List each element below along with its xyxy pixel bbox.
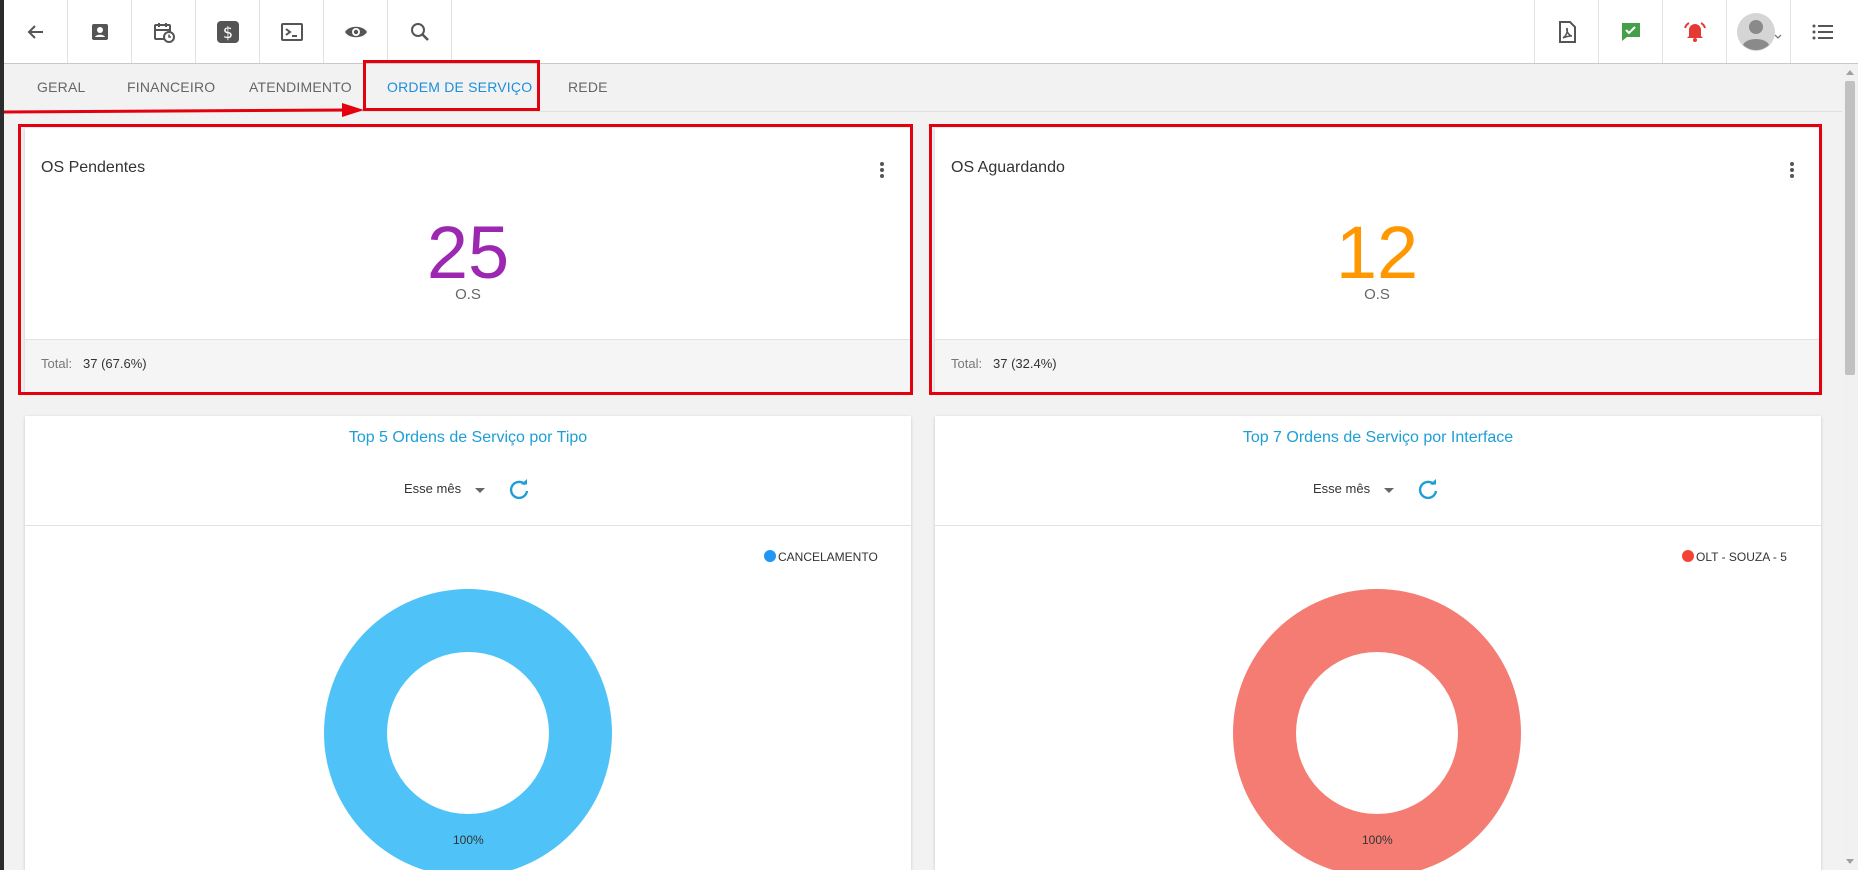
refresh-icon[interactable] [1417, 478, 1439, 500]
main-menu-button[interactable] [1790, 0, 1854, 63]
view-button[interactable] [324, 0, 388, 63]
arrow-left-icon [27, 24, 43, 39]
divider [25, 525, 911, 526]
eye-icon [344, 26, 367, 37]
donut-chart [324, 589, 612, 870]
scroll-up-arrow[interactable] [1846, 70, 1854, 75]
total-value: 37 (67.6%) [83, 356, 147, 371]
calendar-clock-icon [153, 22, 175, 43]
alarm-bell-icon [1683, 21, 1706, 42]
legend-swatch [1682, 550, 1694, 562]
card-footer: Total: 37 (67.6%) [25, 339, 911, 393]
slice-label: 100% [1362, 833, 1393, 847]
avatar-icon [1736, 12, 1781, 51]
user-menu[interactable] [1726, 0, 1790, 63]
scroll-thumb[interactable] [1845, 81, 1855, 375]
period-filter[interactable]: Esse mês [404, 481, 461, 496]
calendar-button[interactable] [132, 0, 196, 63]
os-pendentes-card: OS Pendentes 25 O.S Total: 37 (67.6%) [25, 128, 911, 393]
search-icon [410, 22, 429, 41]
pending-count: 25 [426, 211, 510, 294]
scroll-down-arrow[interactable] [1846, 859, 1854, 864]
more-options-icon[interactable] [874, 160, 890, 180]
chart-panel-tipo: Top 5 Ordens de Serviço por Tipo Esse mê… [25, 416, 911, 870]
tab-ordem-de-servico[interactable]: ORDEM DE SERVIÇO [387, 64, 532, 112]
list-menu-icon [1812, 24, 1833, 39]
chevron-down-icon[interactable] [1384, 488, 1394, 493]
finance-button[interactable]: $ [196, 0, 260, 63]
chart-panel-interface: Top 7 Ordens de Serviço por Interface Es… [935, 416, 1821, 870]
period-filter[interactable]: Esse mês [1313, 481, 1370, 496]
slice-label: 100% [453, 833, 484, 847]
card-footer: Total: 37 (32.4%) [935, 339, 1821, 393]
window-edge [0, 0, 4, 870]
os-aguardando-card: OS Aguardando 12 O.S Total: 37 (32.4%) [935, 128, 1821, 393]
legend-label[interactable]: CANCELAMENTO [778, 550, 878, 564]
chart-title: Top 5 Ordens de Serviço por Tipo [348, 429, 588, 446]
contact-button[interactable] [68, 0, 132, 63]
donut-slice[interactable] [324, 589, 612, 870]
page-scrollbar[interactable] [1842, 64, 1858, 870]
top-toolbar: $ [4, 0, 1858, 64]
total-value: 37 (32.4%) [993, 356, 1057, 371]
card-title: OS Pendentes [41, 159, 146, 176]
back-button[interactable] [4, 0, 68, 63]
pdf-icon [1558, 20, 1576, 43]
chart-title: Top 7 Ordens de Serviço por Interface [1242, 429, 1514, 446]
dollar-icon: $ [216, 20, 239, 43]
alarm-button[interactable] [1662, 0, 1726, 63]
chevron-down-icon[interactable] [475, 488, 485, 493]
contact-card-icon [91, 23, 108, 40]
terminal-icon [280, 22, 303, 41]
total-label: Total: [41, 356, 73, 371]
count-unit: O.S [1364, 286, 1390, 303]
svg-text:$: $ [222, 23, 232, 42]
search-button[interactable] [388, 0, 452, 63]
waiting-count: 12 [1335, 211, 1419, 294]
donut-slice[interactable] [1233, 589, 1521, 870]
legend-swatch [764, 550, 776, 562]
pdf-button[interactable] [1534, 0, 1598, 63]
legend-label[interactable]: OLT - SOUZA - 5 [1696, 550, 1787, 564]
refresh-icon[interactable] [508, 478, 530, 500]
divider [935, 525, 1821, 526]
count-unit: O.S [455, 286, 481, 303]
donut-chart [1233, 589, 1521, 870]
total-label: Total: [951, 356, 983, 371]
more-options-icon[interactable] [1784, 160, 1800, 180]
card-title: OS Aguardando [951, 159, 1065, 176]
terminal-button[interactable] [260, 0, 324, 63]
chat-button[interactable] [1598, 0, 1662, 63]
tab-rede[interactable]: REDE [568, 64, 608, 112]
chat-check-icon [1621, 22, 1640, 41]
annotation-arrow [4, 103, 364, 117]
